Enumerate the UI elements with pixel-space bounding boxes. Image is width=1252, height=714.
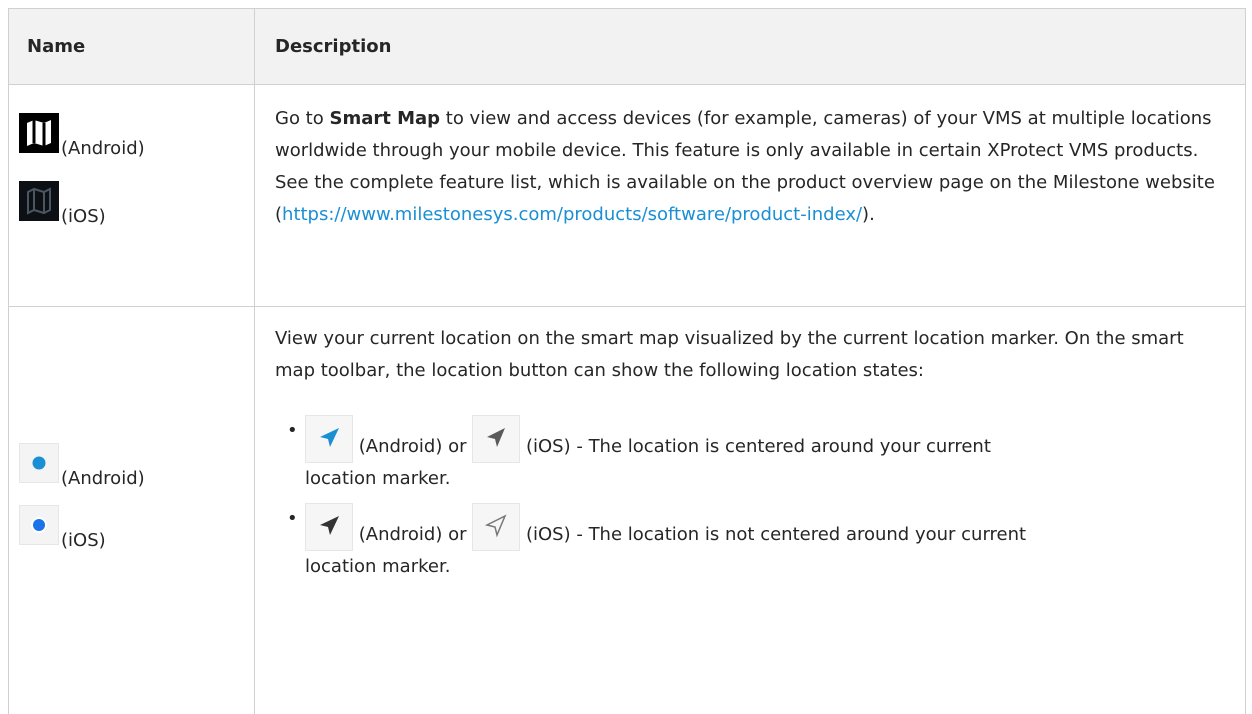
- name-label: (Android): [61, 138, 145, 159]
- state-ios-label: (iOS) - The location is not centered aro…: [525, 524, 1027, 545]
- location-states-list: • (Android) or (iOS) - The location is c…: [287, 415, 1229, 591]
- product-index-link[interactable]: https://www.milestonesys.com/products/so…: [282, 204, 862, 225]
- description-cell: Go to Smart Map to view and access devic…: [255, 85, 1245, 306]
- description-cell: View your current location on the smart …: [255, 307, 1245, 714]
- location-arrow-not-centered-ios-icon: [472, 503, 521, 551]
- header-name: Name: [9, 9, 255, 84]
- table-row: (Android) (iOS) View your current locati…: [9, 307, 1245, 714]
- description-intro: View your current location on the smart …: [275, 328, 1184, 381]
- name-cell: (Android) (iOS): [9, 307, 255, 714]
- state-ios-label: (iOS) - The location is centered around …: [525, 436, 991, 457]
- state-tail: location marker.: [305, 556, 451, 577]
- name-item: (iOS): [19, 505, 106, 550]
- desc-end: ).: [862, 204, 875, 225]
- list-item: • (Android) or (iOS) - The location is c…: [287, 415, 1229, 495]
- name-item: (iOS): [19, 181, 106, 226]
- name-label: (iOS): [61, 206, 106, 227]
- name-label: (Android): [61, 468, 145, 489]
- state-tail: location marker.: [305, 468, 451, 489]
- desc-pre: Go to: [275, 108, 330, 129]
- description-text: Go to Smart Map to view and access devic…: [275, 103, 1229, 231]
- name-cell: (Android) (iOS): [9, 85, 255, 306]
- bullet: •: [287, 420, 298, 441]
- smart-map-ios-icon: [19, 181, 59, 226]
- smart-map-android-icon: [19, 113, 59, 158]
- location-marker-android-icon: [19, 443, 59, 488]
- table-row: (Android) (iOS) Go to Smart Map to view …: [9, 85, 1245, 307]
- state-android-label: (Android) or: [358, 436, 467, 457]
- name-item: (Android): [19, 443, 145, 488]
- header-description: Description: [275, 36, 392, 57]
- list-item: • (Android) or (iOS) - The location is n…: [287, 503, 1229, 583]
- location-arrow-centered-ios-icon: [472, 415, 521, 463]
- location-marker-ios-icon: [19, 505, 59, 550]
- location-arrow-not-centered-android-icon: [305, 503, 353, 551]
- location-arrow-centered-android-icon: [305, 415, 353, 463]
- name-label: (iOS): [61, 530, 106, 551]
- name-item: (Android): [19, 113, 145, 158]
- state-android-label: (Android) or: [358, 524, 467, 545]
- feature-table: Name Description (Android) (iOS) Go to S…: [8, 8, 1246, 714]
- bullet: •: [287, 508, 298, 529]
- smart-map-term: Smart Map: [329, 108, 441, 129]
- table-header-row: Name Description: [9, 9, 1245, 85]
